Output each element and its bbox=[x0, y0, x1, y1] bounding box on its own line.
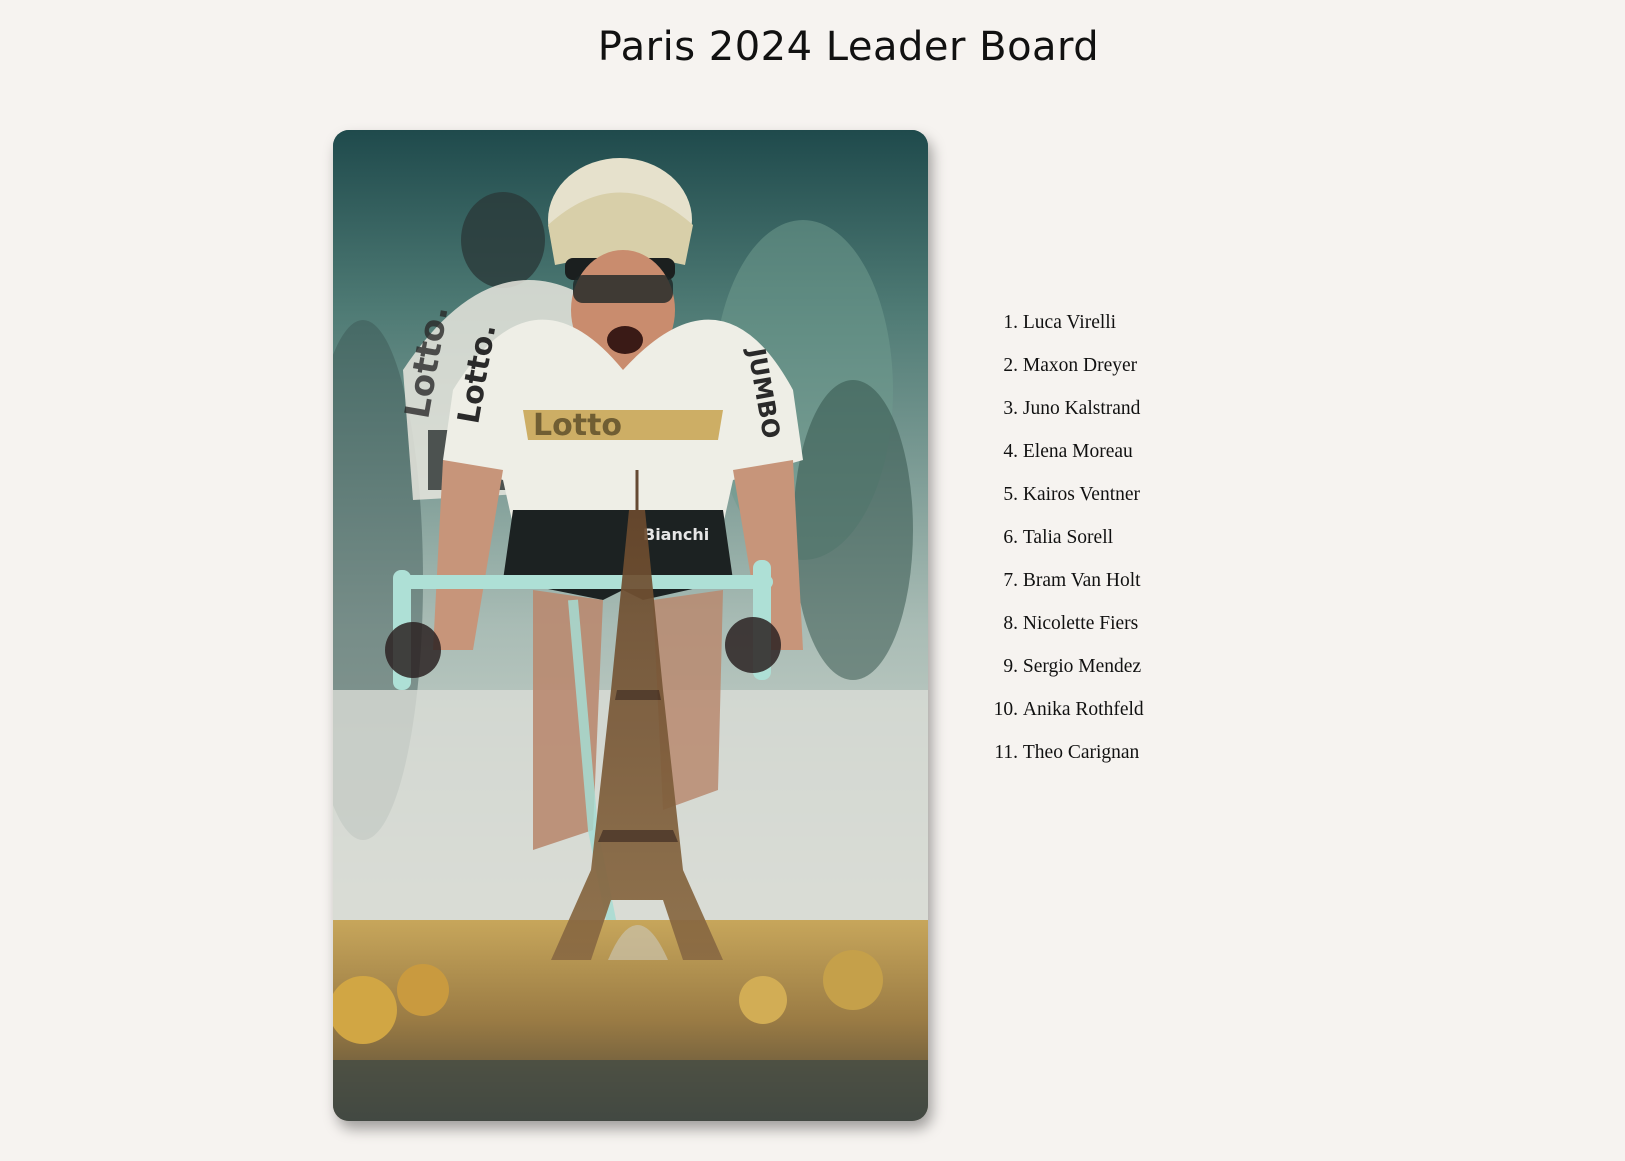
athlete-name: Bram Van Holt bbox=[1022, 570, 1141, 591]
leaderboard-list: 1. Luca Virelli 2. Maxon Dreyer 3. Juno … bbox=[958, 308, 1144, 781]
athlete-name: Theo Carignan bbox=[1022, 742, 1140, 763]
list-item: 1. Luca Virelli bbox=[958, 308, 1144, 351]
athlete-name: Nicolette Fiers bbox=[1022, 613, 1139, 634]
hero-photo: Lotto. Lotto Lotto. JUMBO Bianchi bbox=[333, 130, 928, 1121]
page-title: Paris 2024 Leader Board bbox=[597, 24, 1100, 70]
rank-number: 9. bbox=[1003, 656, 1018, 677]
rank-number: 7. bbox=[1003, 570, 1018, 591]
list-item: 7. Bram Van Holt bbox=[958, 566, 1144, 609]
list-item: 9. Sergio Mendez bbox=[958, 652, 1144, 695]
list-item: 2. Maxon Dreyer bbox=[958, 351, 1144, 394]
athlete-name: Sergio Mendez bbox=[1022, 656, 1142, 677]
rank-number: 10. bbox=[993, 699, 1018, 720]
athlete-name: Maxon Dreyer bbox=[1022, 355, 1138, 376]
rank-number: 3. bbox=[1003, 398, 1018, 419]
page: Paris 2024 Leader Board Lotto. Lotto Lot… bbox=[0, 0, 1625, 1161]
athlete-name: Kairos Ventner bbox=[1022, 484, 1141, 505]
rank-number: 2. bbox=[1003, 355, 1018, 376]
rank-number: 4. bbox=[1003, 441, 1018, 462]
athlete-name: Luca Virelli bbox=[1022, 312, 1117, 333]
athlete-name: Anika Rothfeld bbox=[1022, 699, 1144, 720]
list-item: 4. Elena Moreau bbox=[958, 437, 1144, 480]
cyclist-eiffel-tower-icon: Lotto. Lotto Lotto. JUMBO Bianchi bbox=[333, 130, 928, 1121]
list-item: 6. Talia Sorell bbox=[958, 523, 1144, 566]
rank-number: 6. bbox=[1003, 527, 1018, 548]
list-item: 5. Kairos Ventner bbox=[958, 480, 1144, 523]
athlete-name: Talia Sorell bbox=[1022, 527, 1114, 548]
list-item: 10. Anika Rothfeld bbox=[958, 695, 1144, 738]
rank-number: 11. bbox=[994, 742, 1018, 763]
svg-text:Lotto: Lotto bbox=[533, 408, 622, 443]
list-item: 8. Nicolette Fiers bbox=[958, 609, 1144, 652]
rank-number: 1. bbox=[1003, 312, 1018, 333]
rank-number: 8. bbox=[1003, 613, 1018, 634]
athlete-name: Elena Moreau bbox=[1022, 441, 1133, 462]
svg-text:Bianchi: Bianchi bbox=[643, 525, 709, 544]
athlete-name: Juno Kalstrand bbox=[1022, 398, 1141, 419]
list-item: 3. Juno Kalstrand bbox=[958, 394, 1144, 437]
list-item: 11. Theo Carignan bbox=[958, 738, 1144, 781]
rank-number: 5. bbox=[1003, 484, 1018, 505]
